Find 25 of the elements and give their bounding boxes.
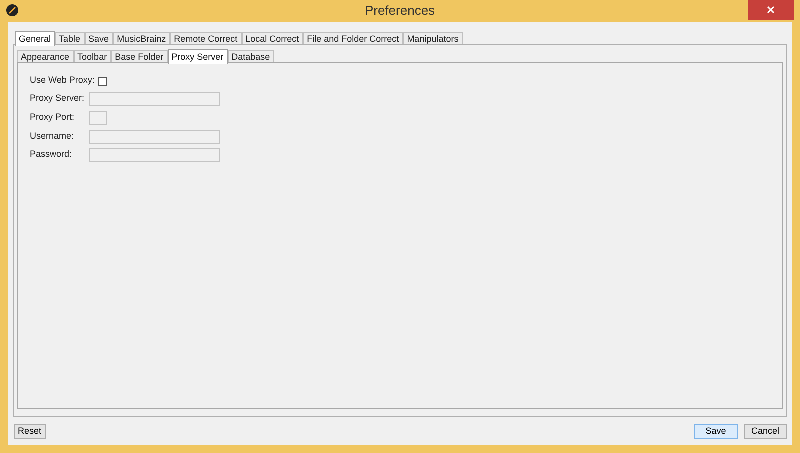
field-label: Password: [30,148,74,162]
window-title: Preferences [364,2,436,20]
dialog-button[interactable]: Reset [14,424,46,439]
tab[interactable]: Database [228,50,274,63]
tab[interactable]: Toolbar [74,50,112,63]
close-button[interactable] [748,0,794,20]
field-label: Proxy Server: [30,92,86,106]
field-label: Username: [30,130,76,144]
tab[interactable]: Base Folder [111,50,168,63]
tab[interactable]: Appearance [17,50,74,63]
close-icon [767,6,775,14]
tab[interactable]: MusicBrainz [113,32,170,45]
tab[interactable]: File and Folder Correct [303,32,404,45]
tab[interactable]: General [15,31,56,46]
dialog-button[interactable]: Cancel [744,424,787,439]
app-logo-icon [6,4,19,17]
field-label: Proxy Port: [30,111,76,124]
field-label: Use Web Proxy: [30,74,95,88]
tab[interactable]: Local Correct [242,32,304,45]
tab[interactable]: Table [55,32,85,45]
dialog-button[interactable]: Save [694,424,738,439]
tab[interactable]: Proxy Server [168,49,228,64]
tab[interactable]: Remote Correct [170,32,242,45]
tab[interactable]: Manipulators [403,32,463,45]
checkbox[interactable] [98,76,107,86]
